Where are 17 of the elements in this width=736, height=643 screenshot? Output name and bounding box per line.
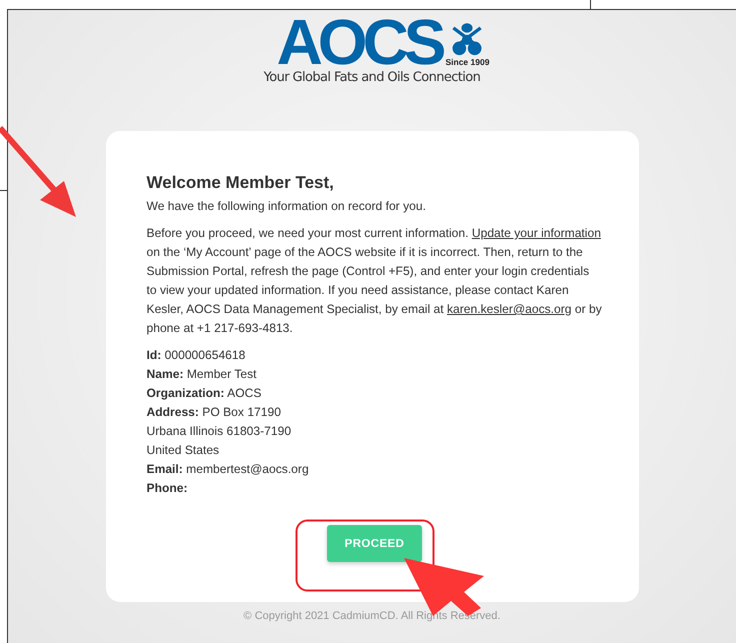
detail-line: Urbana Illinois 61803-7190 <box>146 423 292 440</box>
detail-line: Phone: <box>146 480 188 497</box>
detail-line: Email: membertest@aocs.org <box>146 461 310 478</box>
detail-line: Name: Member Test <box>146 366 258 383</box>
welcome-heading: Welcome Member Test, <box>146 173 335 192</box>
intro-text: We have the following information on record for you. <box>146 198 427 215</box>
detail-line: Organization: AOCS <box>146 385 262 402</box>
notice-text: Before you proceed, we need your most current information. Update your information on the ‘My Account’ page of the AOCS website if it is incorrect. Then, return to the Submission Portal, refresh the page (Control +F5), and enter your login credentials to view your updated information. If you need assistance, please contact Karen Kesler, AOCS Data Management Specialist, by email at karen.kesler@aocs.org or by phone at +1 217-693-4813. <box>146 225 602 337</box>
detail-line: Address: PO Box 17190 <box>146 404 282 421</box>
since-label: Since 1909 <box>445 57 490 67</box>
logo-wordmark: AOCS <box>276 15 442 69</box>
emblem-icon <box>450 21 484 57</box>
detail-line: United States <box>146 442 220 459</box>
detail-line: Id: 000000654618 <box>146 347 246 364</box>
text-link[interactable]: Update your information <box>472 226 601 240</box>
logo-tagline: Your Global Fats and Oils Connection <box>262 69 482 86</box>
text-link[interactable]: karen.kesler@aocs.org <box>446 302 572 316</box>
